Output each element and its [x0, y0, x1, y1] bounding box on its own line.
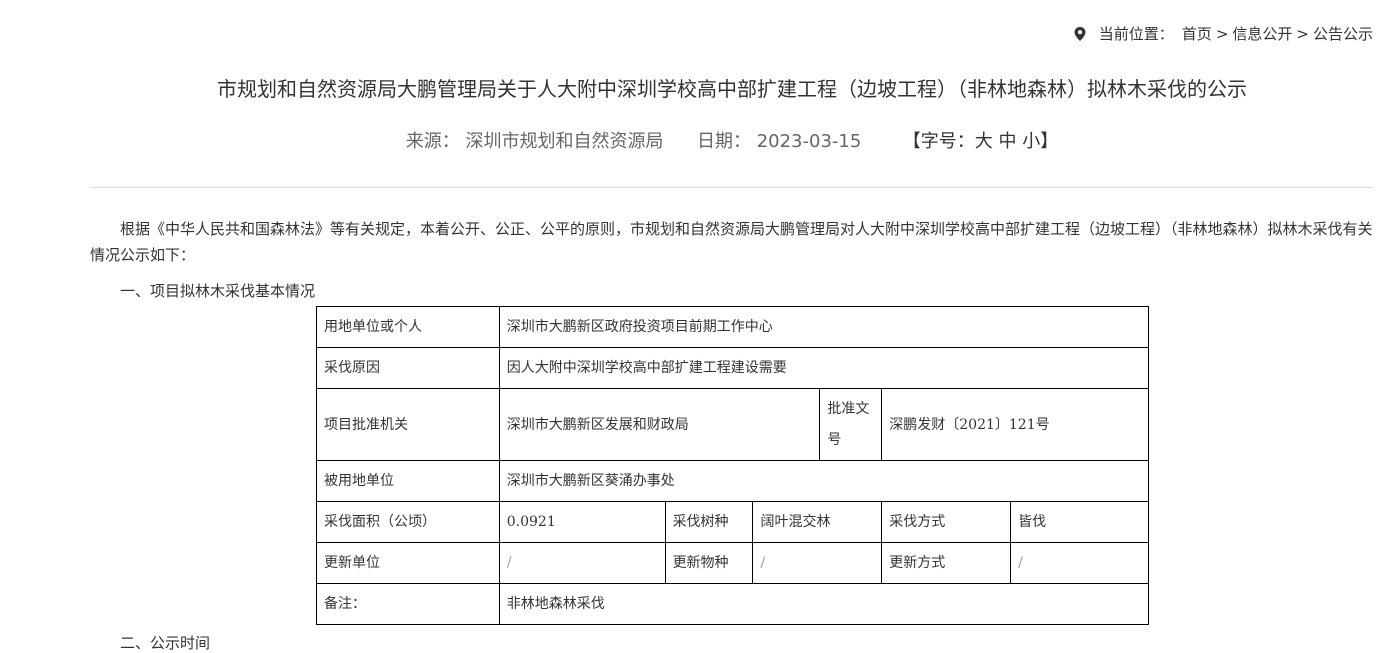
font-size-medium-button[interactable]: 中 [999, 131, 1017, 152]
divider [90, 187, 1373, 188]
table-row: 采伐原因 因人大附中深圳学校高中部扩建工程建设需要 [316, 347, 1150, 389]
logging-info-table: 用地单位或个人 深圳市大鹏新区政府投资项目前期工作中心 采伐原因 因人大附中深圳… [316, 306, 1150, 625]
table-row: 项目批准机关 深圳市大鹏新区发展和财政局 批准文号 深鹏发财〔2021〕121号 [316, 388, 1149, 461]
table-row: 更新单位 / 更新物种 / 更新方式 / [316, 542, 1149, 584]
method-value: 皆伐 [1010, 501, 1149, 543]
font-size-label: 【字号： [902, 131, 975, 152]
section-heading: 一、项目拟林木采伐基本情况 [120, 282, 316, 300]
breadcrumb-home-link[interactable]: 首页 [1182, 23, 1212, 44]
date-label: 日期： [696, 131, 751, 152]
breadcrumb-prefix: 当前位置： [1098, 25, 1174, 43]
area-label: 采伐面积（公顷） [316, 501, 500, 543]
reason-value: 因人大附中深圳学校高中部扩建工程建设需要 [498, 347, 1150, 389]
article-meta: 来源： 深圳市规划和自然资源局 日期： 2023-03-15 【字号：大 中 小… [0, 127, 1390, 153]
breadcrumb-notice-link[interactable]: 公告公示 [1313, 23, 1373, 44]
land-user-value: 深圳市大鹏新区政府投资项目前期工作中心 [498, 306, 1150, 348]
breadcrumb-separator: > [1296, 24, 1309, 43]
font-size-small-button[interactable]: 小 [1022, 131, 1040, 152]
area-value: 0.0921 [498, 501, 666, 543]
renew-species-label: 更新物种 [664, 542, 754, 584]
method-label: 采伐方式 [881, 501, 1012, 543]
approval-authority-value: 深圳市大鹏新区发展和财政局 [498, 388, 821, 461]
breadcrumb: 当前位置： 首页 > 信息公开 > 公告公示 [1073, 23, 1373, 44]
breadcrumb-separator: > [1215, 24, 1229, 43]
font-size-label-close: 】 [1040, 131, 1059, 152]
table-row: 采伐面积（公顷） 0.0921 采伐树种 阔叶混交林 采伐方式 皆伐 [316, 501, 1149, 543]
intro-paragraph: 根据《中华人民共和国森林法》等有关规定，本着公开、公正、公平的原则，市规划和自然… [90, 220, 1373, 264]
remark-label: 备注： [316, 583, 500, 625]
source-label: 来源： [405, 131, 460, 152]
approval-doc-value: 深鹏发财〔2021〕121号 [881, 388, 1149, 461]
table-row: 被用地单位 深圳市大鹏新区葵涌办事处 [316, 460, 1150, 502]
renew-method-value: / [1010, 542, 1149, 584]
breadcrumb-info-link[interactable]: 信息公开 [1232, 23, 1292, 44]
renew-method-label: 更新方式 [881, 542, 1012, 584]
font-size-large-button[interactable]: 大 [975, 131, 993, 152]
occupied-unit-value: 深圳市大鹏新区葵涌办事处 [498, 460, 1150, 502]
location-pin-icon [1074, 26, 1086, 41]
approval-doc-label: 批准文号 [819, 388, 883, 461]
table-row: 备注： 非林地森林采伐 [316, 583, 1150, 625]
renew-unit-value: / [498, 542, 666, 584]
section-heading: 二、公示时间 [120, 634, 211, 652]
renew-unit-label: 更新单位 [316, 542, 500, 584]
renew-species-value: / [752, 542, 883, 584]
land-user-label: 用地单位或个人 [316, 306, 500, 348]
reason-label: 采伐原因 [316, 347, 500, 389]
tree-species-label: 采伐树种 [664, 501, 754, 543]
tree-species-value: 阔叶混交林 [752, 501, 883, 543]
occupied-unit-label: 被用地单位 [316, 460, 500, 502]
approval-authority-label: 项目批准机关 [316, 388, 500, 461]
source-value: 深圳市规划和自然资源局 [465, 131, 664, 152]
remark-value: 非林地森林采伐 [498, 583, 1150, 625]
page-title: 市规划和自然资源局大鹏管理局关于人大附中深圳学校高中部扩建工程（边坡工程）（非林… [217, 77, 1247, 101]
date-value: 2023-03-15 [756, 131, 862, 152]
table-row: 用地单位或个人 深圳市大鹏新区政府投资项目前期工作中心 [316, 306, 1150, 348]
